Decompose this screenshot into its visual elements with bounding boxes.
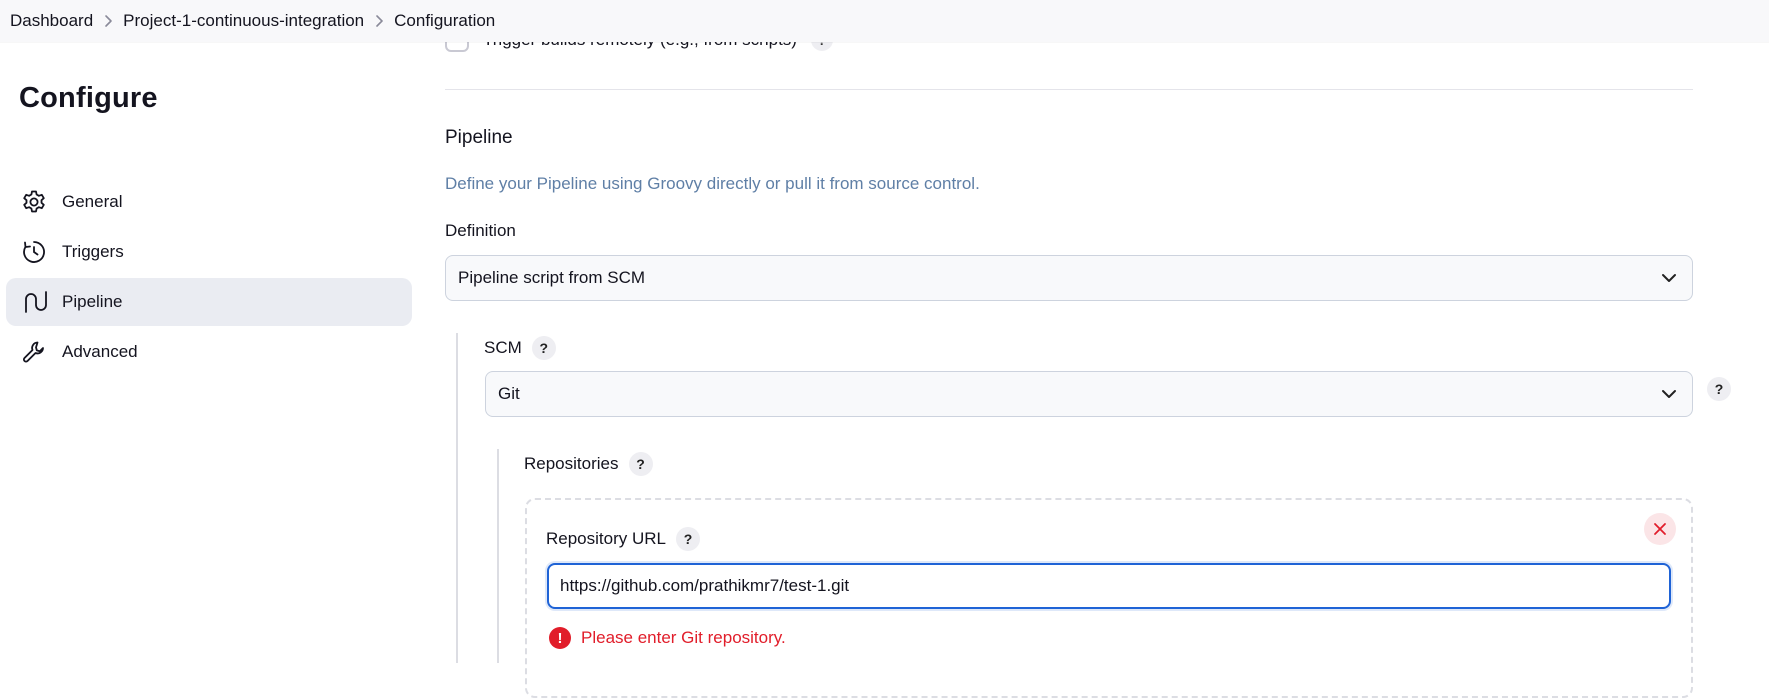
breadcrumb: Dashboard Project-1-continuous-integrati…	[0, 0, 1769, 42]
pipeline-section-title: Pipeline	[445, 127, 513, 148]
breadcrumb-separator-icon	[364, 14, 394, 28]
repo-url-help-icon[interactable]: ?	[676, 527, 700, 551]
scm-select-help-icon[interactable]: ?	[1707, 377, 1731, 401]
definition-select[interactable]: Pipeline script from SCM	[445, 255, 1693, 301]
error-message: Please enter Git repository.	[581, 628, 786, 647]
breadcrumb-dashboard[interactable]: Dashboard	[10, 11, 93, 31]
scm-nesting-line	[456, 333, 458, 663]
scm-label: SCM ?	[484, 336, 556, 360]
definition-label-text: Definition	[445, 221, 516, 240]
repo-url-input[interactable]	[547, 563, 1671, 609]
chevron-down-icon	[1662, 390, 1676, 398]
sidebar-item-pipeline[interactable]: Pipeline	[6, 278, 412, 326]
repositories-help-icon[interactable]: ?	[628, 452, 653, 476]
close-icon	[1654, 523, 1666, 535]
wrench-icon	[20, 338, 48, 366]
definition-label: Definition	[445, 221, 516, 241]
breadcrumb-separator-icon	[93, 14, 123, 28]
pipeline-section-description: Define your Pipeline using Groovy direct…	[445, 174, 980, 193]
sidebar-item-general[interactable]: General	[6, 178, 412, 226]
error-icon: !	[549, 627, 571, 649]
scm-help-icon[interactable]: ?	[531, 336, 556, 360]
repo-url-label: Repository URL ?	[546, 527, 700, 551]
scm-select-value: Git	[498, 384, 520, 403]
sidebar-item-label: Advanced	[62, 342, 138, 361]
repositories-label-text: Repositories	[524, 454, 619, 473]
remove-repository-button[interactable]	[1644, 513, 1676, 545]
pipeline-icon	[20, 288, 48, 316]
breadcrumb-configuration[interactable]: Configuration	[394, 11, 495, 31]
breadcrumb-project[interactable]: Project-1-continuous-integration	[123, 11, 364, 31]
sidebar: Configure General Triggers Pipeline Adva…	[0, 42, 420, 663]
scm-select[interactable]: Git	[485, 371, 1693, 417]
sidebar-item-label: General	[62, 192, 123, 211]
clock-icon	[20, 238, 48, 266]
section-divider	[445, 89, 1693, 90]
repo-url-error: ! Please enter Git repository.	[549, 627, 786, 649]
repositories-nesting-line	[497, 449, 499, 663]
sidebar-item-triggers[interactable]: Triggers	[6, 228, 412, 276]
repo-url-label-text: Repository URL	[546, 529, 666, 548]
page-title: Configure	[19, 82, 158, 114]
gear-icon	[20, 188, 48, 216]
sidebar-item-label: Pipeline	[62, 292, 123, 311]
sidebar-item-label: Triggers	[62, 242, 124, 261]
chevron-down-icon	[1662, 274, 1676, 282]
sidebar-item-advanced[interactable]: Advanced	[6, 328, 412, 376]
repositories-label: Repositories ?	[524, 452, 653, 476]
scm-label-text: SCM	[484, 338, 522, 357]
definition-select-value: Pipeline script from SCM	[458, 268, 646, 287]
